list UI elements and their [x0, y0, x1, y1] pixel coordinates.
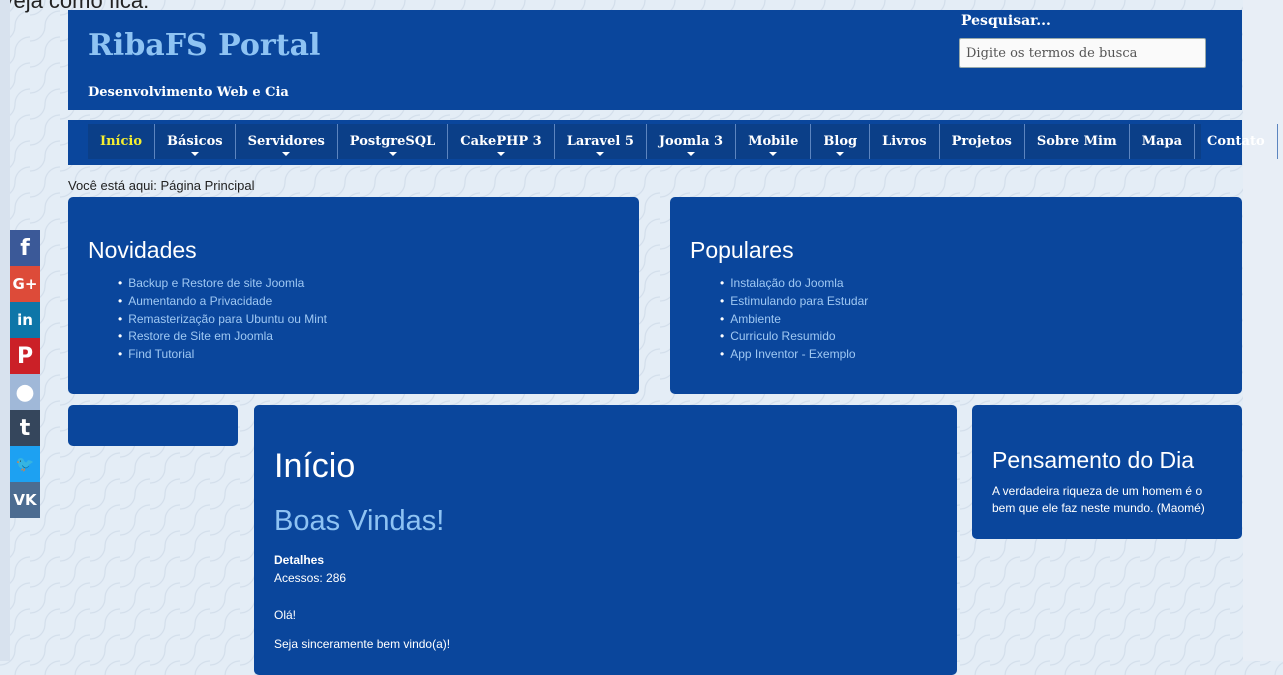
caret-down-icon: [836, 152, 845, 156]
article-details-label: Detalhes: [274, 553, 325, 567]
nav-item[interactable]: Blog: [811, 124, 871, 159]
list-item-link[interactable]: Curriculo Resumido: [730, 328, 868, 346]
nav-item[interactable]: Mapa: [1130, 124, 1196, 159]
pinterest-icon[interactable]: P: [10, 338, 40, 374]
nav-item[interactable]: Início: [88, 124, 155, 159]
caret-down-icon: [388, 152, 397, 156]
nav-item[interactable]: Básicos: [155, 124, 236, 159]
list-item-link[interactable]: Remasterização para Ubuntu ou Mint: [128, 311, 327, 329]
facebook-icon[interactable]: f: [10, 230, 40, 266]
populares-title: Populares: [690, 237, 794, 263]
nav-item-label: Mapa: [1141, 134, 1183, 149]
article-title: Início: [274, 447, 356, 485]
nav-menu: Início Básicos Servidores PostgreSQL CakePHP…: [88, 124, 1278, 159]
left-sidebar-module: [68, 405, 238, 446]
nav-item-label: CakePHP 3: [460, 134, 542, 149]
nav-item[interactable]: Projetos: [940, 124, 1025, 159]
site-title[interactable]: RibaFS Portal: [88, 28, 320, 63]
caret-down-icon: [596, 152, 605, 156]
twitter-icon[interactable]: 🐦: [10, 446, 40, 482]
google-plus-icon[interactable]: G+: [10, 266, 40, 302]
populares-list: Instalação do JoomlaEstimulando para Est…: [730, 275, 868, 364]
nav-item-label: Início: [100, 134, 142, 149]
nav-item[interactable]: Servidores: [236, 124, 338, 159]
article-hits: Acessos: 286: [274, 571, 347, 585]
nav-item-label: Projetos: [951, 134, 1012, 149]
nav-item-label: Servidores: [247, 134, 325, 149]
novidades-title: Novidades: [88, 237, 197, 263]
nav-item-label: Básicos: [167, 134, 223, 149]
novidades-module: Novidades Backup e Restore de site Jooml…: [68, 197, 639, 394]
thought-of-day-module: Pensamento do Dia A verdadeira riqueza d…: [972, 405, 1242, 539]
article-subtitle[interactable]: Boas Vindas!: [274, 505, 444, 538]
nav-item-label: Livros: [882, 134, 927, 149]
main-navbar: Início Básicos Servidores PostgreSQL CakePHP…: [68, 120, 1278, 165]
thought-title: Pensamento do Dia: [992, 447, 1195, 473]
list-item-link[interactable]: Instalação do Joomla: [730, 275, 868, 293]
linkedin-icon[interactable]: in: [10, 302, 40, 338]
nav-item-label: Blog: [823, 134, 858, 149]
nav-item[interactable]: CakePHP 3: [448, 124, 555, 159]
list-item-link[interactable]: App Inventor - Exemplo: [730, 346, 868, 364]
nav-item[interactable]: Joomla 3: [647, 124, 737, 159]
article-paragraph: Seja sinceramente bem vindo(a)!: [274, 637, 451, 651]
caret-down-icon: [686, 152, 695, 156]
article-paragraph: Olá!: [274, 608, 297, 622]
list-item-link[interactable]: Estimulando para Estudar: [730, 293, 868, 311]
reddit-icon[interactable]: ●: [10, 374, 40, 410]
list-item-link[interactable]: Find Tutorial: [128, 346, 327, 364]
main-article: Início Boas Vindas! Detalhes Acessos: 28…: [254, 405, 957, 675]
nav-item[interactable]: Contato: [1195, 124, 1278, 159]
right-edge-strip: [1243, 0, 1283, 661]
list-item-link[interactable]: Restore de Site em Joomla: [128, 328, 327, 346]
list-item-link[interactable]: Backup e Restore de site Joomla: [128, 275, 327, 293]
nav-item-label: Mobile: [748, 134, 799, 149]
list-item-link[interactable]: Aumentando a Privacidade: [128, 293, 327, 311]
nav-item[interactable]: Laravel 5: [555, 124, 647, 159]
thought-text: A verdadeira riqueza de um homem é o bem…: [992, 484, 1205, 515]
nav-item-label: PostgreSQL: [349, 134, 436, 149]
breadcrumb: Você está aqui: Página Principal: [68, 178, 255, 193]
nav-item[interactable]: Sobre Mim: [1025, 124, 1130, 159]
site-description: Desenvolvimento Web e Cia: [88, 85, 289, 100]
caret-down-icon: [496, 152, 505, 156]
novidades-list: Backup e Restore de site JoomlaAumentand…: [128, 275, 327, 364]
populares-module: Populares Instalação do JoomlaEstimuland…: [670, 197, 1242, 394]
caret-down-icon: [282, 152, 291, 156]
search-input[interactable]: [959, 38, 1206, 68]
nav-item-label: Joomla 3: [658, 134, 724, 149]
site-header: RibaFS Portal Desenvolvimento Web e Cia …: [68, 10, 1242, 110]
tumblr-icon[interactable]: t: [10, 410, 40, 446]
list-item-link[interactable]: Ambiente: [730, 311, 868, 329]
nav-item-label: Laravel 5: [566, 134, 634, 149]
left-edge-strip: [0, 0, 10, 661]
caret-down-icon: [190, 152, 199, 156]
nav-item-label: Sobre Mim: [1036, 134, 1117, 149]
vk-icon[interactable]: VK: [10, 482, 40, 518]
nav-item[interactable]: PostgreSQL: [338, 124, 449, 159]
caret-down-icon: [769, 152, 778, 156]
search-label: Pesquisar...: [961, 13, 1051, 29]
nav-item[interactable]: Livros: [870, 124, 940, 159]
nav-item-label: Contato: [1207, 134, 1265, 149]
nav-item[interactable]: Mobile: [736, 124, 812, 159]
